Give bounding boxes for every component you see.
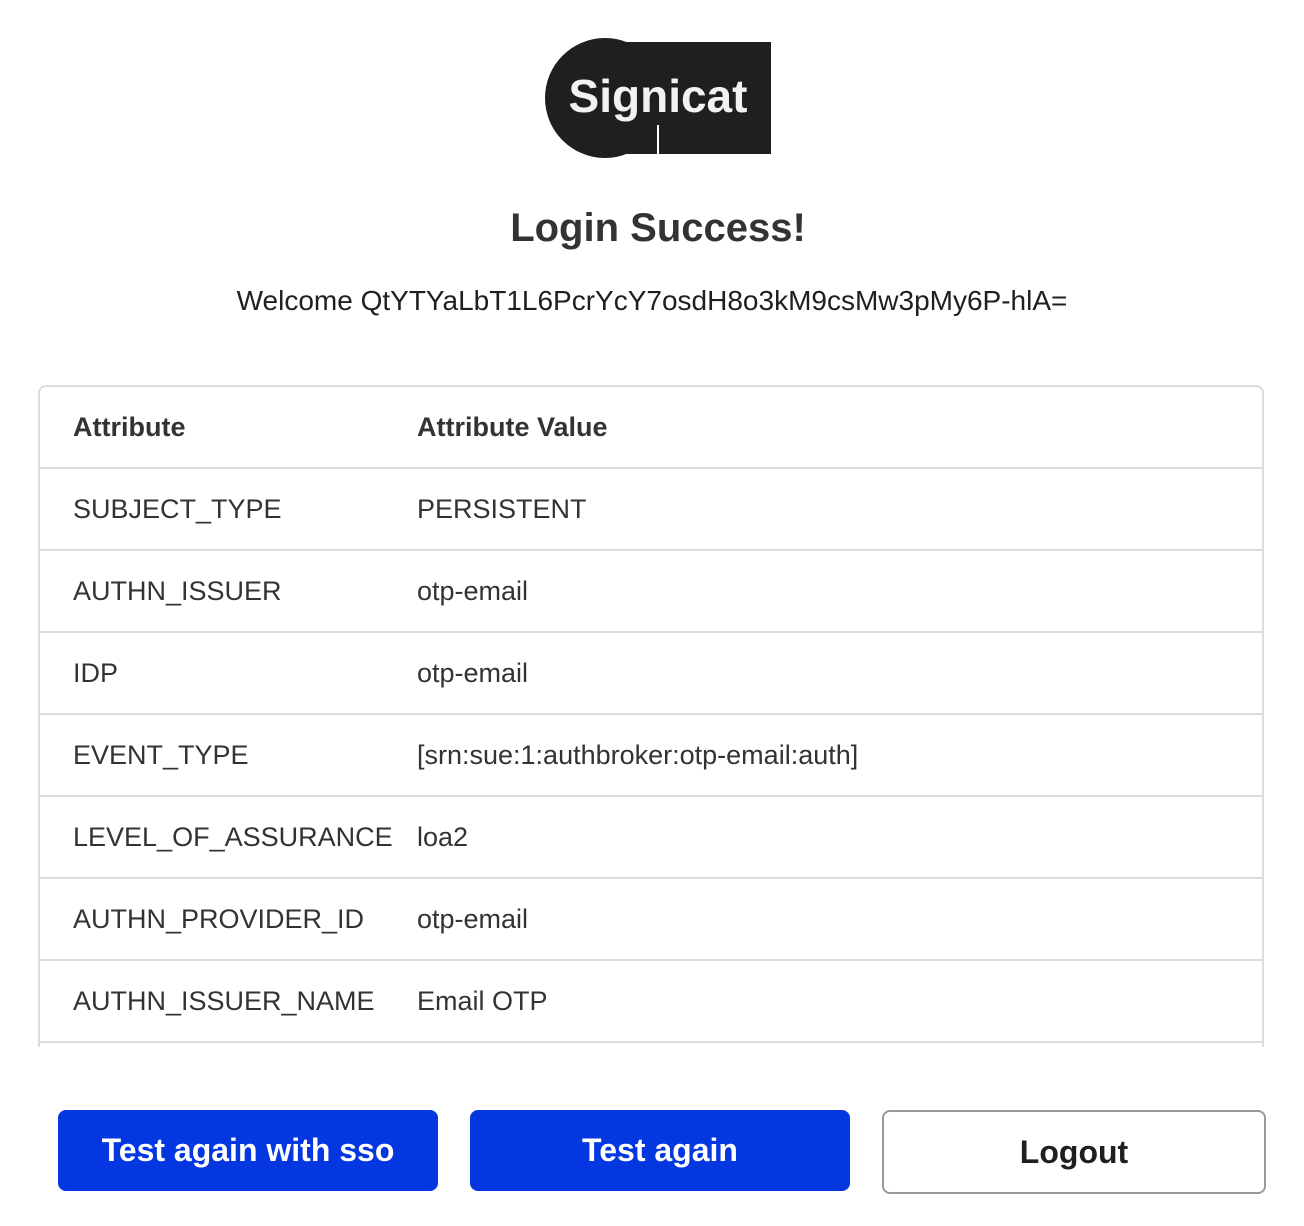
attribute-name: AUTHN_ISSUER [40,550,417,633]
column-header-attribute: Attribute [40,387,417,469]
table-row: SUBJECT_TYPE PERSISTENT [40,468,1262,551]
logo-notch-shape [657,125,659,158]
table-row: IDP otp-email [40,632,1262,715]
attributes-table: Attribute Attribute Value SUBJECT_TYPE P… [40,387,1262,1043]
attribute-value: otp-email [417,878,1262,961]
logo-text: Signicat [568,70,748,122]
attribute-value: [srn:sue:1:authbroker:otp-email:auth] [417,714,1262,797]
table-header-row: Attribute Attribute Value [40,387,1262,469]
attribute-name: EVENT_TYPE [40,714,417,797]
test-again-with-sso-button[interactable]: Test again with sso [58,1110,438,1191]
table-row: EVENT_TYPE [srn:sue:1:authbroker:otp-ema… [40,714,1262,797]
attribute-name: IDP [40,632,417,715]
login-success-page: Signicat Login Success! Welcome QtYTYaLb… [0,0,1304,1226]
table-row: LEVEL_OF_ASSURANCE loa2 [40,796,1262,879]
attribute-name: LEVEL_OF_ASSURANCE [40,796,417,879]
page-title: Login Success! [510,206,806,250]
attribute-value: loa2 [417,796,1262,879]
attribute-name: AUTHN_ISSUER_NAME [40,960,417,1043]
table-row: AUTHN_ISSUER otp-email [40,550,1262,633]
table-row: AUTHN_PROVIDER_ID otp-email [40,878,1262,961]
attribute-value: Email OTP [417,960,1262,1043]
table-row: AUTHN_ISSUER_NAME Email OTP [40,960,1262,1043]
attribute-value: otp-email [417,632,1262,715]
attribute-value: otp-email [417,550,1262,633]
test-again-button[interactable]: Test again [470,1110,850,1191]
signicat-logo: Signicat [545,38,771,158]
attribute-value: PERSISTENT [417,468,1262,551]
welcome-message: Welcome QtYTYaLbT1L6PcrYcY7osdH8o3kM9csM… [236,285,1068,316]
column-header-attribute-value: Attribute Value [417,387,1262,469]
attributes-table-container[interactable]: Attribute Attribute Value SUBJECT_TYPE P… [38,385,1264,1047]
attribute-name: AUTHN_PROVIDER_ID [40,878,417,961]
logout-button[interactable]: Logout [882,1110,1266,1194]
attribute-name: SUBJECT_TYPE [40,468,417,551]
